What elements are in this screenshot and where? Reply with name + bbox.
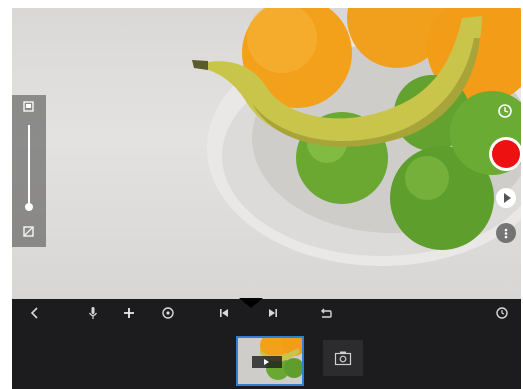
more-options-icon	[504, 228, 508, 239]
record-button[interactable]	[489, 137, 523, 171]
zoom-slider-panel[interactable]	[12, 95, 46, 247]
zoom-out-icon[interactable]	[23, 226, 34, 237]
skip-forward-button[interactable]	[264, 304, 282, 322]
microphone-button[interactable]	[84, 304, 102, 322]
effects-icon	[162, 307, 174, 319]
video-thumbnail[interactable]	[236, 336, 304, 386]
skip-back-button[interactable]	[215, 304, 233, 322]
camera-app	[0, 0, 523, 389]
bottom-toolbar	[12, 298, 521, 389]
fruit-bowl-scene	[192, 8, 521, 266]
add-photo-icon	[334, 351, 352, 366]
undo-icon	[321, 308, 332, 318]
effects-button[interactable]	[159, 304, 177, 322]
add-button[interactable]	[120, 304, 138, 322]
play-button[interactable]	[496, 188, 516, 208]
back-button[interactable]	[26, 304, 44, 322]
timer-icon[interactable]	[496, 102, 514, 120]
settings-icon	[496, 307, 508, 319]
record-icon	[492, 140, 520, 168]
undo-button[interactable]	[317, 304, 335, 322]
zoom-track[interactable]	[28, 125, 30, 207]
skip-back-icon	[220, 309, 228, 317]
clip-filmstrip	[12, 329, 521, 389]
banana-stem	[192, 60, 208, 70]
zoom-knob[interactable]	[25, 203, 33, 211]
apple-3-hi	[405, 156, 449, 200]
camera-viewfinder[interactable]	[12, 8, 521, 299]
play-icon	[504, 193, 511, 203]
back-icon	[30, 307, 38, 319]
thumbnail-preview	[238, 338, 302, 384]
settings-button[interactable]	[493, 304, 511, 322]
add-icon	[124, 308, 134, 318]
tool-row	[12, 299, 521, 327]
zoom-in-icon[interactable]	[23, 101, 34, 112]
microphone-icon	[89, 307, 97, 319]
more-options-button[interactable]	[496, 223, 516, 243]
add-photo-button[interactable]	[323, 340, 363, 376]
skip-forward-icon	[269, 309, 277, 317]
